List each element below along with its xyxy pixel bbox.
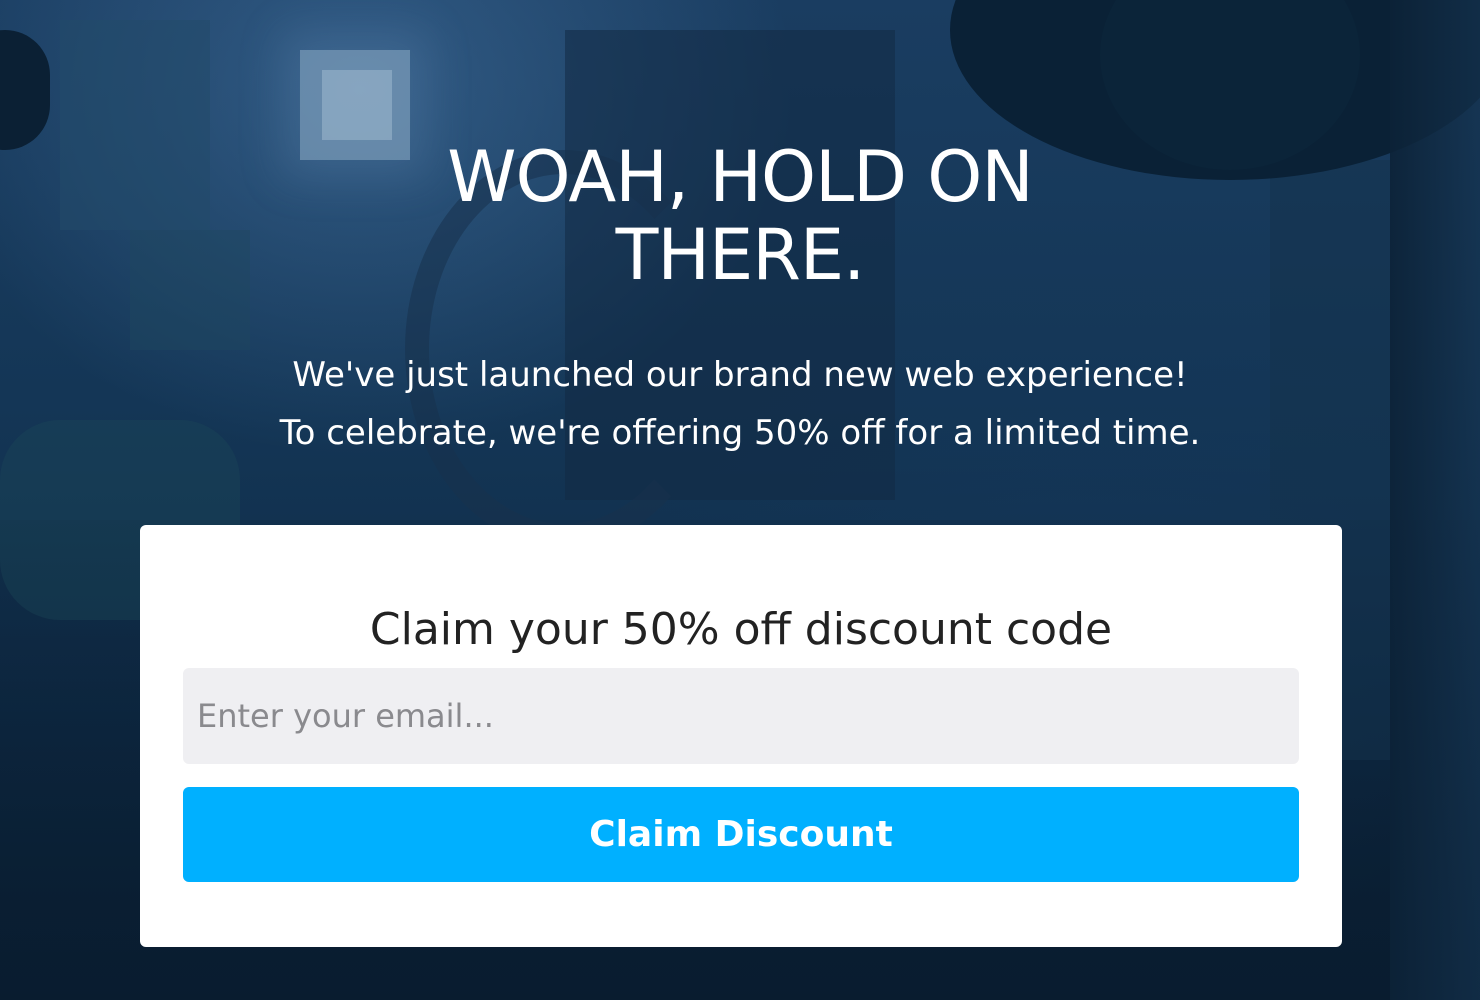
discount-form-card: Claim your 50% off discount code Claim D… — [140, 525, 1342, 947]
promo-description-line-2: To celebrate, we're offering 50% off for… — [279, 413, 1201, 453]
claim-discount-button[interactable]: Claim Discount — [183, 787, 1299, 882]
page-title-line-1: WOAH, HOLD ON — [447, 136, 1033, 218]
promo-overlay: WOAH, HOLD ON THERE. We've just launched… — [0, 0, 1480, 1000]
discount-form-title: Claim your 50% off discount code — [369, 604, 1113, 655]
page-title: WOAH, HOLD ON THERE. — [340, 138, 1140, 294]
email-field[interactable] — [183, 668, 1299, 764]
promo-description-line-1: We've just launched our brand new web ex… — [292, 355, 1188, 395]
promo-description: We've just launched our brand new web ex… — [190, 346, 1290, 462]
page-title-line-2: THERE. — [615, 214, 866, 296]
